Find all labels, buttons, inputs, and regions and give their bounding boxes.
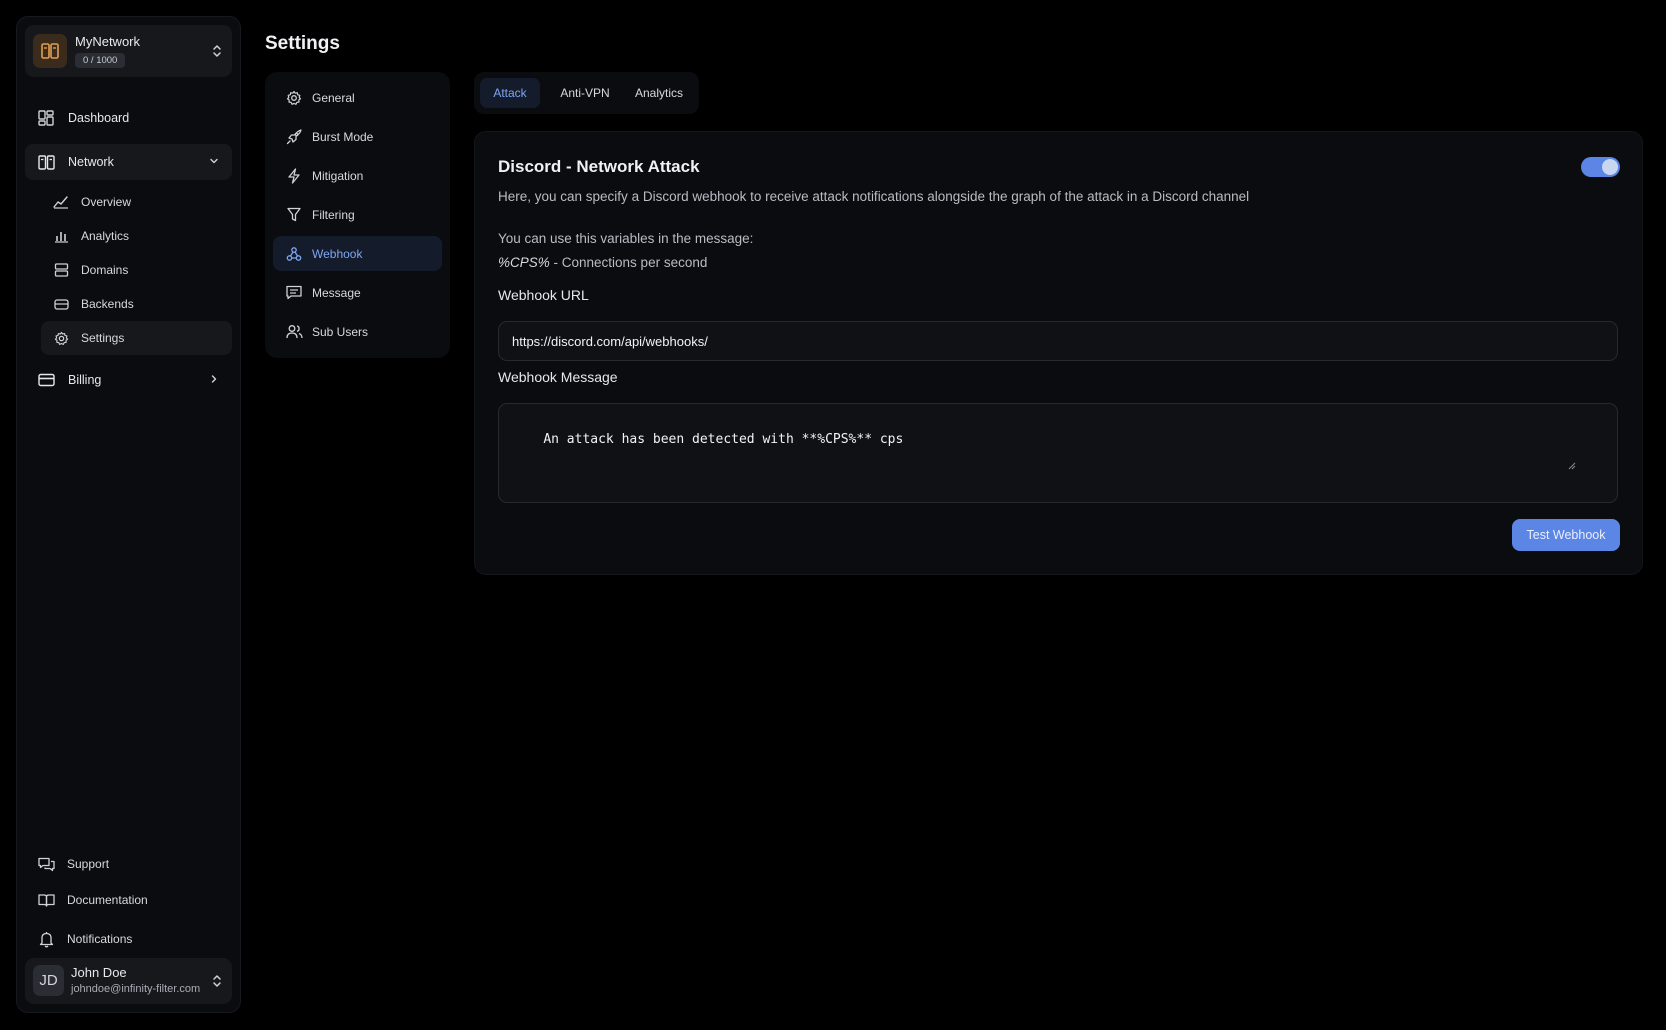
lightning-icon (285, 167, 303, 185)
sidebar-item-label: Dashboard (68, 111, 130, 125)
sidebar-footer-label: Documentation (67, 893, 148, 907)
sidebar-sub-item-label: Overview (81, 195, 132, 209)
chevron-up-down-icon (212, 43, 222, 59)
webhook-enabled-toggle[interactable] (1581, 157, 1620, 177)
user-account-switcher[interactable]: JD John Doe johndoe@infinity-filter.com (25, 958, 232, 1004)
network-switcher[interactable]: MyNetwork 0 / 1000 (25, 25, 232, 77)
book-icon (37, 891, 55, 909)
variables-intro: You can use this variables in the messag… (498, 231, 754, 246)
settings-nav-message[interactable]: Message (273, 275, 442, 310)
webhook-message-textarea[interactable]: An attack has been detected with **%CPS%… (498, 403, 1618, 503)
sidebar: MyNetwork 0 / 1000 Dashboard Network Ove… (16, 16, 241, 1013)
sidebar-sub-item-label: Domains (81, 263, 129, 277)
webhook-card: Discord - Network Attack Here, you can s… (474, 131, 1643, 575)
webhook-message-text: An attack has been detected with **%CPS%… (543, 432, 904, 447)
sidebar-sub-item-label: Settings (81, 331, 125, 345)
bell-icon (37, 930, 55, 948)
tab-attack[interactable]: Attack (480, 78, 540, 108)
chevron-right-icon (208, 373, 220, 385)
sidebar-item-label: Billing (68, 373, 102, 387)
settings-nav-webhook[interactable]: Webhook (273, 236, 442, 271)
webhook-message-label: Webhook Message (498, 369, 618, 385)
grid-icon (37, 109, 55, 127)
credit-card-icon (37, 371, 55, 389)
card-description: Here, you can specify a Discord webhook … (498, 189, 1250, 204)
chevron-down-icon (208, 155, 220, 167)
sidebar-item-notifications[interactable]: Notifications (25, 923, 232, 955)
settings-nav-label: Burst Mode (312, 129, 374, 144)
chat-icon (37, 855, 55, 873)
sidebar-item-overview[interactable]: Overview (41, 185, 232, 219)
settings-nav: General Burst Mode Mitigation Filtering … (265, 72, 450, 358)
resize-handle-icon[interactable] (1568, 432, 1615, 500)
sidebar-sub-item-label: Analytics (81, 229, 130, 243)
network-usage-badge: 0 / 1000 (75, 53, 126, 68)
settings-nav-sub-users[interactable]: Sub Users (273, 314, 442, 349)
rocket-icon (285, 128, 303, 146)
sidebar-item-support[interactable]: Support (25, 848, 232, 880)
toggle-knob (1602, 159, 1618, 175)
sidebar-item-network[interactable]: Network (25, 144, 232, 180)
sidebar-footer-label: Support (67, 857, 110, 871)
sidebar-item-dashboard[interactable]: Dashboard (25, 100, 232, 136)
sidebar-item-backends[interactable]: Backends (41, 287, 232, 321)
network-name: MyNetwork (75, 34, 141, 49)
settings-nav-label: Webhook (312, 246, 363, 261)
message-icon (285, 284, 303, 302)
settings-nav-label: Sub Users (312, 324, 369, 339)
settings-nav-label: General (312, 90, 355, 105)
page-title: Settings (265, 33, 340, 54)
settings-nav-burst-mode[interactable]: Burst Mode (273, 119, 442, 154)
settings-nav-label: Message (312, 285, 361, 300)
users-icon (285, 323, 303, 341)
test-webhook-button[interactable]: Test Webhook (1512, 519, 1620, 551)
trend-icon (53, 194, 69, 210)
server-icon (37, 153, 55, 171)
sidebar-item-analytics[interactable]: Analytics (41, 219, 232, 253)
variable-description: - Connections per second (549, 255, 708, 270)
settings-nav-filtering[interactable]: Filtering (273, 197, 442, 232)
filter-icon (285, 206, 303, 224)
bar-chart-icon (53, 228, 69, 244)
sidebar-sub-item-label: Backends (81, 297, 134, 311)
settings-nav-label: Mitigation (312, 168, 364, 183)
user-email: johndoe@infinity-filter.com (71, 983, 201, 995)
sidebar-item-billing[interactable]: Billing (25, 362, 232, 398)
avatar: JD (33, 965, 64, 996)
card-title: Discord - Network Attack (498, 157, 700, 176)
sidebar-item-documentation[interactable]: Documentation (25, 884, 232, 916)
network-logo-icon (33, 34, 67, 68)
variable-line: %CPS% - Connections per second (498, 255, 707, 270)
sidebar-item-label: Network (68, 155, 114, 169)
sidebar-item-settings[interactable]: Settings (41, 321, 232, 355)
webhook-url-input[interactable]: https://discord.com/api/webhooks/ (498, 321, 1618, 361)
settings-nav-mitigation[interactable]: Mitigation (273, 158, 442, 193)
webhook-url-label: Webhook URL (498, 287, 589, 303)
gear-icon (53, 330, 69, 346)
sidebar-footer-label: Notifications (67, 932, 133, 946)
sidebar-item-domains[interactable]: Domains (41, 253, 232, 287)
chevron-up-down-icon (212, 973, 222, 989)
database-icon (53, 262, 69, 278)
variable-name: %CPS% (498, 255, 550, 270)
tab-anti-vpn[interactable]: Anti-VPN (546, 78, 624, 108)
user-name: John Doe (71, 965, 127, 980)
settings-nav-label: Filtering (312, 207, 355, 222)
tab-analytics[interactable]: Analytics (624, 78, 694, 108)
settings-nav-general[interactable]: General (273, 80, 442, 115)
webhook-tabs: Attack Anti-VPN Analytics (474, 72, 699, 114)
wallet-icon (53, 296, 69, 312)
webhook-icon (285, 245, 303, 263)
gear-icon (285, 89, 303, 107)
